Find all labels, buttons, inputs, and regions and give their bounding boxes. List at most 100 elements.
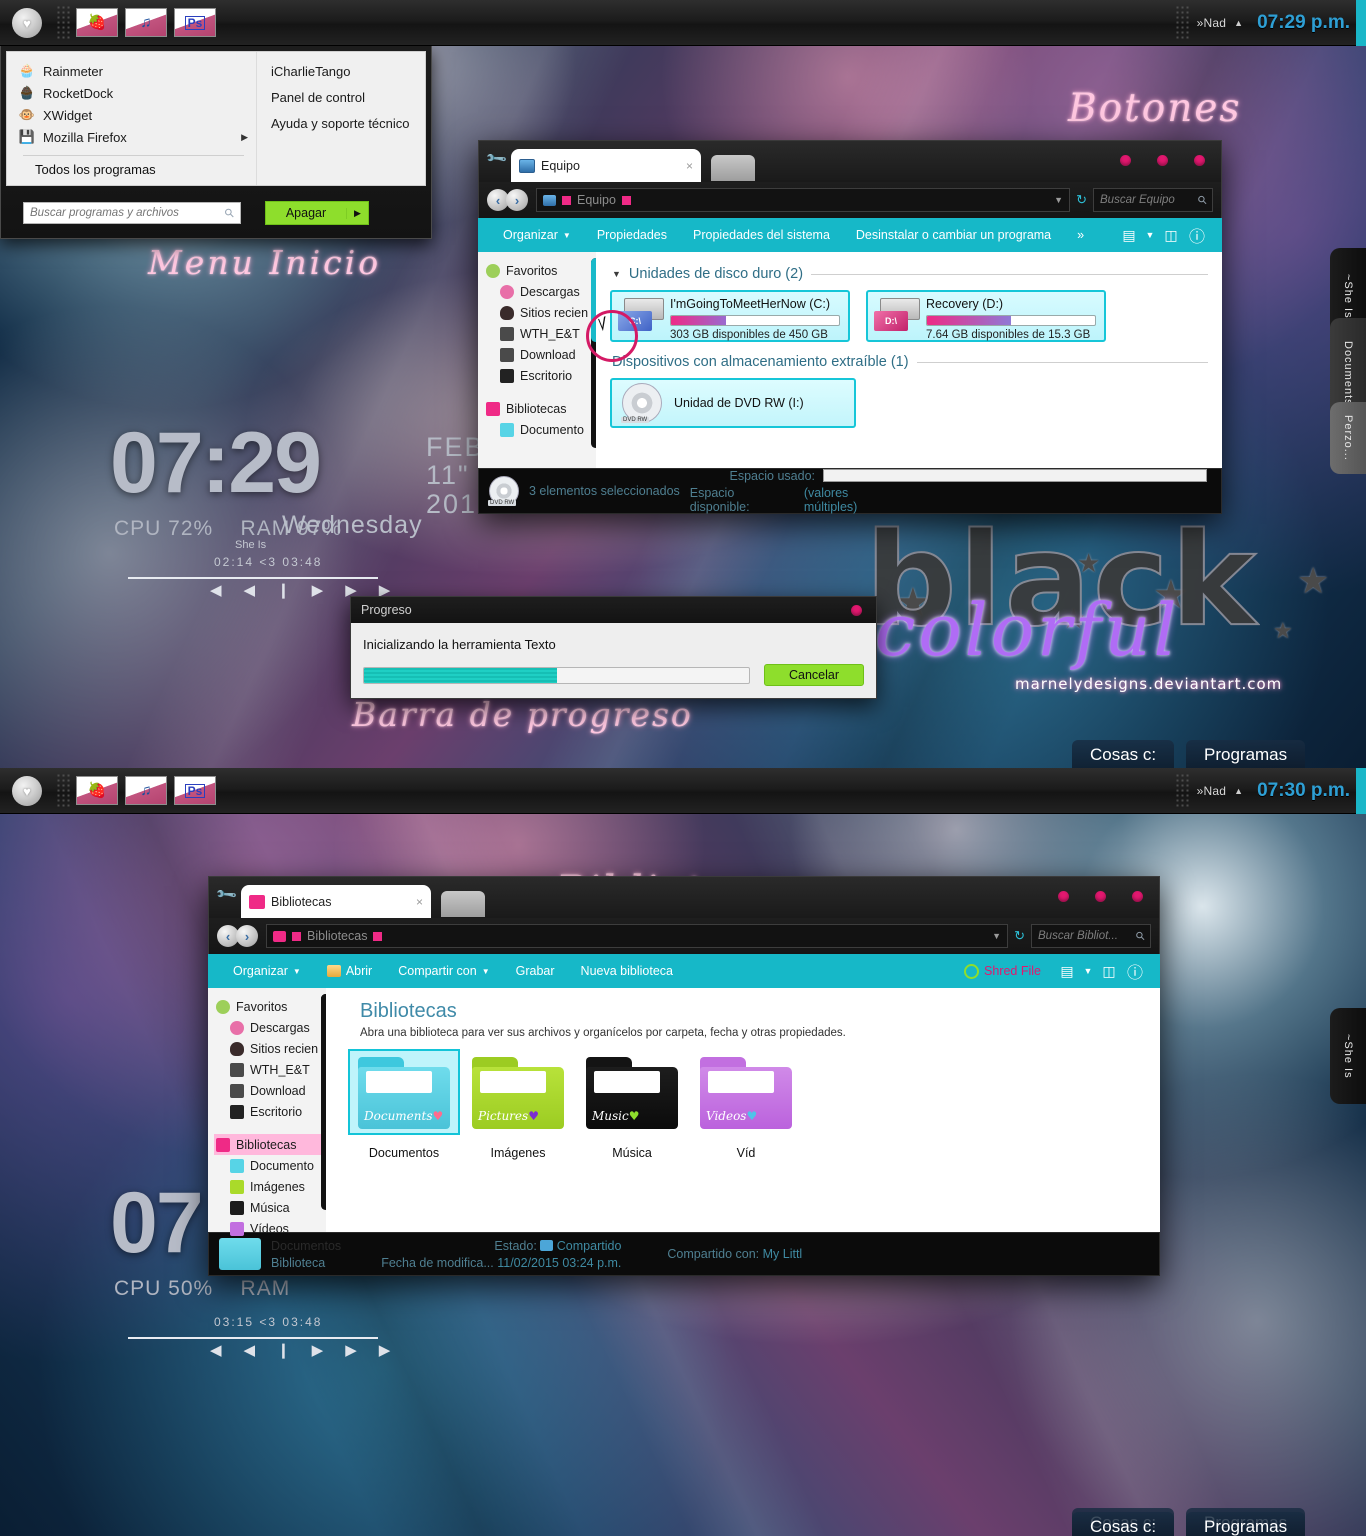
tray-grip[interactable] <box>1174 5 1189 41</box>
toolbar-overflow-button[interactable]: » <box>1064 218 1097 252</box>
fence-programas[interactable]: Programas <box>1186 740 1306 768</box>
fence-cosas-c[interactable]: Cosas c: <box>1072 740 1175 768</box>
nav-item-download[interactable]: Download <box>484 344 596 365</box>
fence-programas-3[interactable]: Programas <box>1186 1512 1306 1536</box>
taskbar-pinned-icons-2[interactable]: 🍓 ♫ Ps <box>76 776 216 805</box>
nav-item-download[interactable]: Download <box>214 1080 326 1101</box>
group-header-extraibles[interactable]: Dispositivos con almacenamiento extraíbl… <box>612 354 1208 370</box>
wrench-icon[interactable]: 🔧 <box>485 146 509 170</box>
taskbar-tray-2[interactable]: »Nad ▲ 07:30 p.m. <box>1174 768 1366 814</box>
help-icon[interactable]: ⓘ <box>1184 222 1210 248</box>
minimize-dot-button[interactable] <box>1120 155 1131 166</box>
nav-item-descargas[interactable]: Descargas <box>484 281 596 302</box>
nav-item-videos[interactable]: Vídeos <box>214 1218 326 1239</box>
dvd-drive-item[interactable]: Unidad de DVD RW (I:) <box>610 378 856 428</box>
close-dot-button[interactable] <box>851 605 862 616</box>
navigation-pane-bibliotecas[interactable]: Favoritos Descargas Sitios recien WTH_E&… <box>208 988 330 1236</box>
tray-grip[interactable] <box>1174 773 1189 809</box>
start-search-box[interactable]: ⚲ <box>23 202 241 224</box>
preview-pane-icon[interactable]: ◫ <box>1158 222 1184 248</box>
maximize-dot-button[interactable] <box>1157 155 1168 166</box>
itunes-icon[interactable]: ♫ <box>125 776 167 805</box>
breadcrumb-bar[interactable]: Equipo ▼ <box>536 188 1071 212</box>
preview-pane-icon[interactable]: ◫ <box>1096 958 1122 984</box>
navigation-pane-equipo[interactable]: Favoritos Descargas Sitios recien WTH_E&… <box>478 252 600 468</box>
nav-item-musica[interactable]: Música <box>214 1197 326 1218</box>
close-tab-icon[interactable]: × <box>416 895 423 909</box>
start-menu[interactable]: 🧁 Rainmeter 🧁 RocketDock 🐵 XWidget 💾 Moz… <box>0 46 432 239</box>
group-header-discos[interactable]: ▼ Unidades de disco duro (2) <box>612 266 1208 282</box>
shutdown-arrow-icon[interactable]: ▶ <box>346 207 368 219</box>
window-controls-2[interactable] <box>1058 891 1143 902</box>
show-desktop-button[interactable] <box>1356 768 1366 814</box>
taskbar-top[interactable]: ♥ 🍓 ♫ Ps »Nad ▲ 07:29 p.m. <box>0 0 1366 46</box>
explorer-window-bibliotecas[interactable]: 🔧 Bibliotecas × ‹ › Bibliotecas ▼ ↻ Busc… <box>208 876 1160 1276</box>
close-dot-button[interactable] <box>1194 155 1205 166</box>
fence-cosas-c-3[interactable]: Cosas c: <box>1072 1512 1175 1536</box>
new-tab-button[interactable] <box>441 891 485 917</box>
toolbar-abrir-button[interactable]: Abrir <box>314 954 385 988</box>
help-icon[interactable]: ⓘ <box>1122 958 1148 984</box>
nav-item-escritorio[interactable]: Escritorio <box>214 1101 326 1122</box>
view-list-icon[interactable]: ▤ <box>1054 958 1080 984</box>
nav-item-favoritos[interactable]: Favoritos <box>214 996 326 1017</box>
collapse-triangle-icon[interactable]: ▼ <box>612 269 621 279</box>
photoshop-icon[interactable]: Ps <box>174 8 216 37</box>
library-item-videos[interactable]: Videos♥ Víd <box>690 1049 802 1160</box>
drive-item-c[interactable]: C:\ I'mGoingToMeetHerNow (C:) 303 GB dis… <box>610 290 850 342</box>
start-item-xwidget[interactable]: 🐵 XWidget <box>7 104 256 126</box>
taskbar-clock[interactable]: 07:30 p.m. <box>1257 780 1350 802</box>
nav-item-documentos[interactable]: Documento <box>214 1155 326 1176</box>
taskbar-tray[interactable]: »Nad ▲ 07:29 p.m. <box>1174 0 1366 46</box>
search-input-equipo[interactable]: Buscar Equipo ⚲ <box>1093 188 1213 212</box>
strawberry-app-icon[interactable]: 🍓 <box>76 776 118 805</box>
tray-label[interactable]: »Nad <box>1197 784 1227 798</box>
start-item-rocketdock[interactable]: 🧁 RocketDock <box>7 82 256 104</box>
sidebar-tab-perzo[interactable]: Perzo... <box>1330 402 1366 474</box>
nav-item-sitios-recientes[interactable]: Sitios recien <box>484 302 596 323</box>
start-item-all-programs[interactable]: Todos los programas <box>7 162 256 177</box>
start-right-item-icharlietango[interactable]: iCharlieTango <box>271 64 425 79</box>
forward-button[interactable]: › <box>506 189 528 211</box>
start-item-rainmeter[interactable]: 🧁 Rainmeter <box>7 60 256 82</box>
tray-expand-icon[interactable]: ▲ <box>1234 18 1243 28</box>
toolbar-shred-file-button[interactable]: Shred File <box>951 954 1054 988</box>
toolbar-grabar-button[interactable]: Grabar <box>503 954 568 988</box>
shutdown-button[interactable]: Apagar ▶ <box>265 201 369 225</box>
library-item-imagenes[interactable]: Pictures♥ Imágenes <box>462 1049 574 1160</box>
search-input[interactable] <box>30 207 215 219</box>
nav-item-wth-et[interactable]: WTH_E&T <box>214 1059 326 1080</box>
photoshop-icon[interactable]: Ps <box>174 776 216 805</box>
start-orb-button[interactable]: ♥ <box>12 8 42 38</box>
nav-item-bibliotecas[interactable]: Bibliotecas <box>214 1134 326 1155</box>
show-desktop-button[interactable] <box>1356 0 1366 46</box>
start-orb-button-2[interactable]: ♥ <box>12 776 42 806</box>
nav-item-imagenes[interactable]: Imágenes <box>214 1176 326 1197</box>
breadcrumb-bar-2[interactable]: Bibliotecas ▼ <box>266 924 1009 948</box>
toolbar-desinstalar-button[interactable]: Desinstalar o cambiar un programa <box>843 218 1064 252</box>
start-right-item-panel-de-control[interactable]: Panel de control <box>271 90 425 105</box>
chevron-down-icon[interactable]: ▼ <box>1080 958 1096 984</box>
new-tab-button[interactable] <box>711 155 755 181</box>
nav-item-sitios-recientes[interactable]: Sitios recien <box>214 1038 326 1059</box>
sidebar-tab-she-is-2[interactable]: ~She Is <box>1330 1008 1366 1104</box>
search-icon[interactable]: ⚲ <box>1194 192 1209 207</box>
window-controls[interactable] <box>1120 155 1205 166</box>
taskbar-clock[interactable]: 07:29 p.m. <box>1257 12 1350 34</box>
magnifier-icon[interactable]: ⚲ <box>222 205 238 221</box>
minimize-dot-button[interactable] <box>1058 891 1069 902</box>
nav-item-bibliotecas[interactable]: Bibliotecas <box>484 398 596 419</box>
taskbar-bottom[interactable]: ♥ 🍓 ♫ Ps »Nad ▲ 07:30 p.m. <box>0 768 1366 814</box>
library-item-musica[interactable]: Music♥ Música <box>576 1049 688 1160</box>
submenu-arrow-icon[interactable]: ▶ <box>241 132 248 143</box>
nav-item-favoritos[interactable]: Favoritos <box>484 260 596 281</box>
forward-button[interactable]: › <box>236 925 258 947</box>
nav-item-escritorio[interactable]: Escritorio <box>484 365 596 386</box>
toolbar-compartir-button[interactable]: Compartir con ▼ <box>385 954 502 988</box>
refresh-icon[interactable]: ↻ <box>1014 928 1025 944</box>
start-item-firefox[interactable]: 💾 Mozilla Firefox ▶ <box>7 126 256 148</box>
close-tab-icon[interactable]: × <box>686 159 693 173</box>
chevron-down-icon[interactable]: ▼ <box>1142 222 1158 248</box>
nav-item-documentos[interactable]: Documento <box>484 419 596 440</box>
drive-item-d[interactable]: D:\ Recovery (D:) 7.64 GB disponibles de… <box>866 290 1106 342</box>
